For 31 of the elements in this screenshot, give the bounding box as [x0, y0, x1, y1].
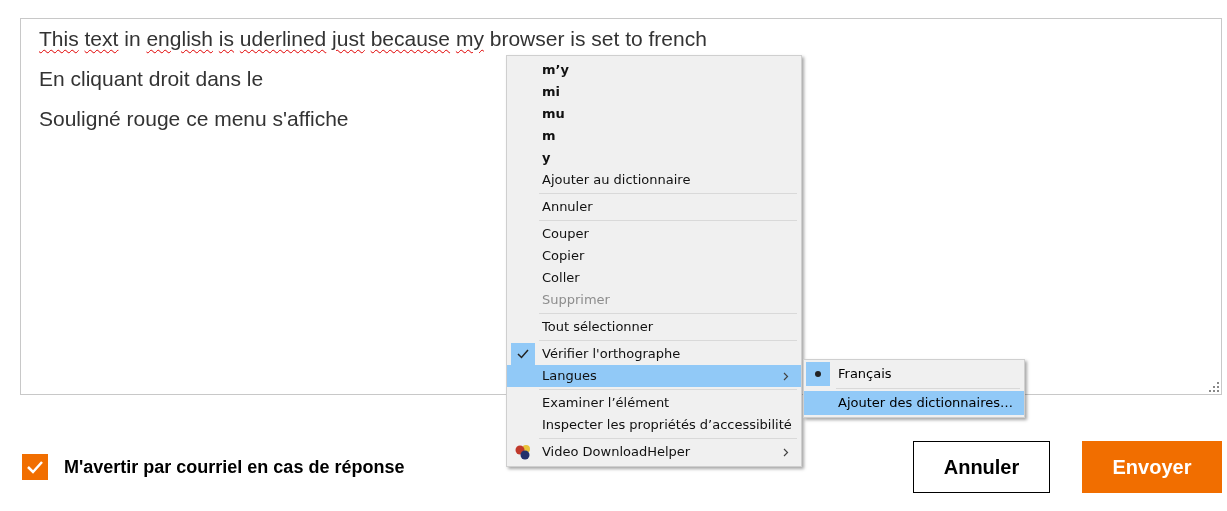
checkbox-label: M'avertir par courriel en cas de réponse [64, 455, 405, 479]
menu-item[interactable]: Couper [507, 223, 801, 245]
menu-item[interactable]: Inspecter les propriétés d’accessibilité [507, 414, 801, 436]
menu-item[interactable]: y [507, 147, 801, 169]
menu-item[interactable]: Vérifier l'orthographe [507, 343, 801, 365]
menu-item[interactable]: mu [507, 103, 801, 125]
text-line: En cliquant droit dans le [39, 66, 264, 92]
text-line: Souligné rouge ce menu s'affiche [39, 106, 349, 132]
checkmark-icon [26, 460, 44, 474]
menu-item[interactable]: m [507, 125, 801, 147]
menu-item[interactable]: m’y [507, 59, 801, 81]
checkmark-icon [517, 349, 529, 359]
menu-item[interactable]: mi [507, 81, 801, 103]
notify-checkbox[interactable] [22, 454, 48, 480]
menu-item[interactable]: Ajouter au dictionnaire [507, 169, 801, 191]
resize-grip-icon [1209, 382, 1219, 392]
chevron-right-icon [783, 371, 789, 381]
menu-item[interactable]: Video DownloadHelper [507, 441, 801, 463]
radio-dot-icon [815, 371, 821, 377]
menu-item[interactable]: Français [804, 362, 1024, 386]
menu-item[interactable]: Copier [507, 245, 801, 267]
menu-item[interactable]: Examiner l’élément [507, 392, 801, 414]
menu-item[interactable]: Coller [507, 267, 801, 289]
menu-item[interactable]: Langues [507, 365, 801, 387]
cancel-button[interactable]: Annuler [913, 441, 1050, 493]
chevron-right-icon [783, 447, 789, 457]
balls-icon [514, 444, 532, 460]
text-line: This text in english is uderlined just because my browser is set to french [39, 26, 707, 52]
menu-item[interactable]: Annuler [507, 196, 801, 218]
menu-item[interactable]: Ajouter des dictionnaires… [804, 391, 1024, 415]
menu-item[interactable]: Tout sélectionner [507, 316, 801, 338]
